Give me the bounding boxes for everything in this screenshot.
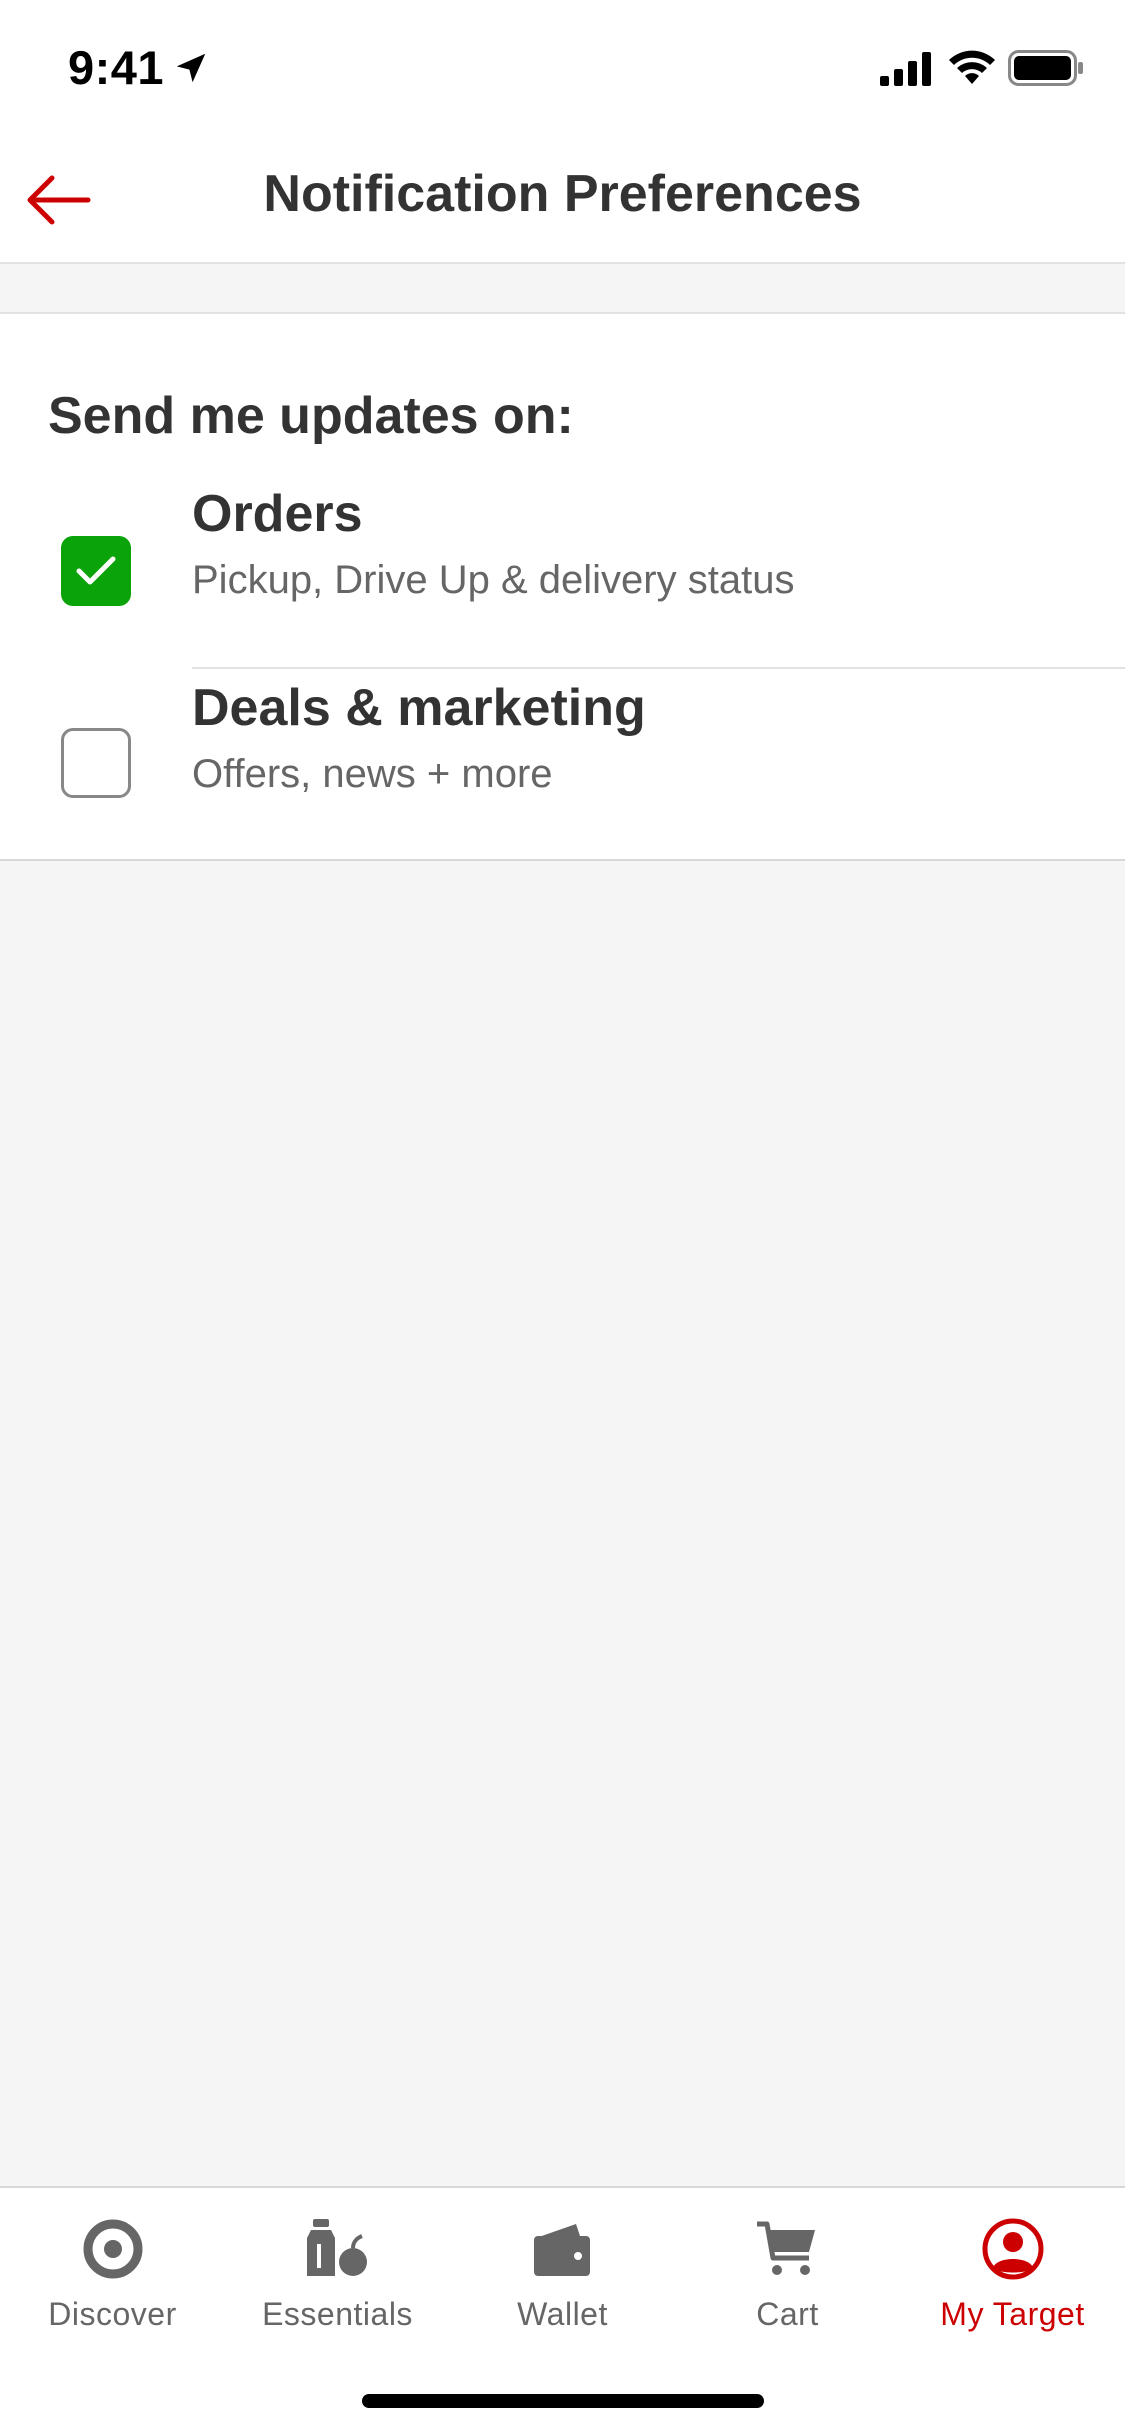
- orders-title: Orders: [192, 485, 363, 543]
- tab-label-wallet: Wallet: [517, 2296, 608, 2332]
- section-heading: Send me updates on:: [48, 387, 574, 445]
- wallet-icon: [533, 2224, 590, 2276]
- tab-wallet[interactable]: Wallet: [450, 2188, 675, 2358]
- status-bar: 9:41: [0, 0, 1125, 132]
- tab-label-my-target: My Target: [940, 2296, 1085, 2332]
- checkmark-icon: [76, 556, 116, 585]
- page-title: Notification Preferences: [263, 165, 862, 223]
- cellular-signal-icon: [880, 52, 931, 86]
- nav-header: Notification Preferences: [0, 132, 1125, 264]
- orders-checkbox[interactable]: [61, 536, 131, 606]
- tab-label-cart: Cart: [756, 2296, 819, 2332]
- location-arrow-icon: [176, 53, 206, 83]
- tab-label-discover: Discover: [48, 2296, 177, 2332]
- tab-label-essentials: Essentials: [262, 2296, 413, 2332]
- tab-discover[interactable]: Discover: [0, 2188, 225, 2358]
- tab-my-target[interactable]: My Target: [900, 2188, 1125, 2358]
- notification-preferences-screen: 9:41 Notification Preferences Send me up…: [0, 0, 1125, 2436]
- home-indicator: [362, 2394, 764, 2408]
- tab-cart[interactable]: Cart: [675, 2188, 900, 2358]
- deals-subtitle: Offers, news + more: [192, 752, 553, 796]
- deals-preference-row[interactable]: Deals & marketing Offers, news + more: [0, 668, 1125, 861]
- orders-preference-row[interactable]: Orders Pickup, Drive Up & delivery statu…: [0, 474, 1125, 667]
- cart-icon: [756, 2221, 815, 2275]
- section-spacer: [0, 266, 1125, 314]
- tab-essentials[interactable]: Essentials: [225, 2188, 450, 2358]
- preferences-card: Send me updates on: Orders Pickup, Drive…: [0, 314, 1125, 861]
- wifi-icon: [949, 50, 995, 84]
- deals-title: Deals & marketing: [192, 679, 646, 737]
- target-logo-icon: [83, 2219, 142, 2279]
- deals-checkbox[interactable]: [61, 728, 131, 798]
- orders-subtitle: Pickup, Drive Up & delivery status: [192, 558, 795, 602]
- status-time: 9:41: [68, 41, 165, 94]
- essentials-icon: [306, 2219, 367, 2276]
- battery-icon: [1008, 50, 1083, 86]
- user-icon: [982, 2218, 1043, 2280]
